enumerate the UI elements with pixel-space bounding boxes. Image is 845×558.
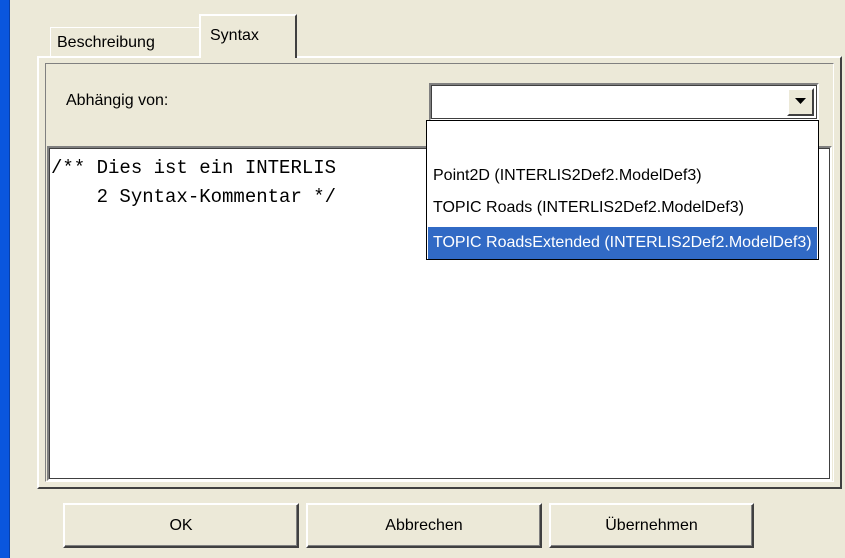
- window-frame-left: [0, 0, 10, 558]
- cancel-button[interactable]: Abbrechen: [306, 503, 542, 548]
- apply-button[interactable]: Übernehmen: [549, 503, 754, 548]
- dropdown-option-selected[interactable]: TOPIC RoadsExtended (INTERLIS2Def2.Model…: [428, 227, 817, 259]
- dropdown-option[interactable]: Point2D (INTERLIS2Def2.ModelDef3): [428, 159, 817, 191]
- editor-line: /** Dies ist ein INTERLIS: [51, 157, 337, 179]
- ok-button[interactable]: OK: [63, 503, 299, 548]
- editor-line: 2 Syntax-Kommentar */: [51, 186, 337, 208]
- tab-beschreibung[interactable]: Beschreibung: [50, 27, 201, 56]
- dialog: Beschreibung Syntax Abhängig von: /** Di…: [10, 0, 845, 558]
- chevron-down-icon: [795, 98, 806, 104]
- depends-on-dropdown-list[interactable]: Point2D (INTERLIS2Def2.ModelDef3) TOPIC …: [426, 120, 819, 260]
- tab-syntax[interactable]: Syntax: [199, 14, 297, 58]
- dropdown-option[interactable]: TOPIC Roads (INTERLIS2Def2.ModelDef3): [428, 193, 817, 223]
- depends-on-label: Abhängig von:: [66, 92, 169, 109]
- combo-dropdown-button[interactable]: [787, 88, 814, 116]
- syntax-editor-content: /** Dies ist ein INTERLIS 2 Syntax-Komme…: [51, 154, 336, 212]
- dropdown-option-empty[interactable]: [428, 122, 817, 152]
- depends-on-combobox[interactable]: [429, 83, 819, 121]
